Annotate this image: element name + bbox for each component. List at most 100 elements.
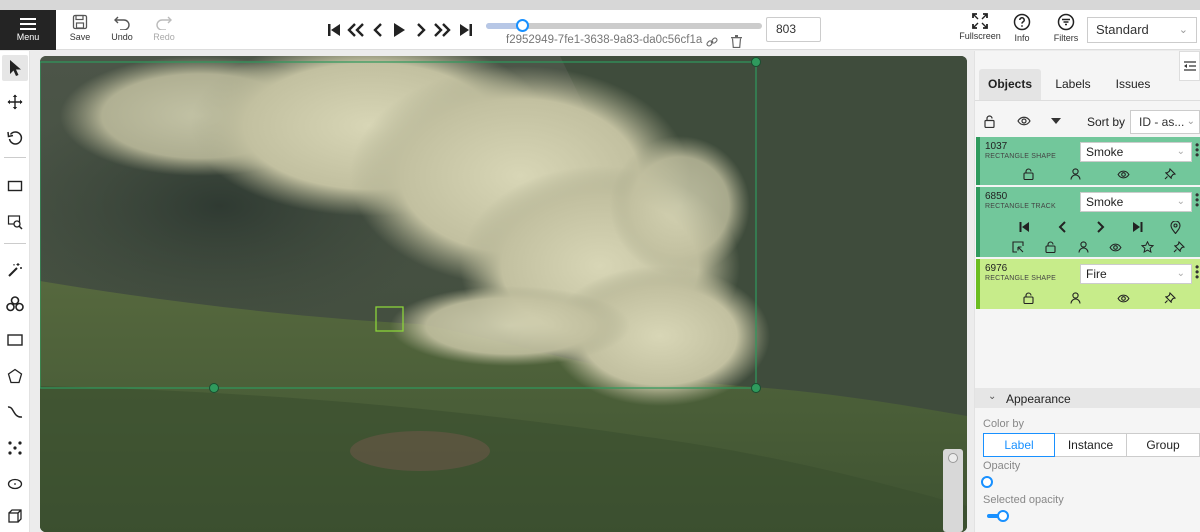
tab-objects[interactable]: Objects [979, 69, 1041, 100]
fast-forward-icon[interactable] [431, 19, 453, 41]
tab-issues[interactable]: Issues [1105, 69, 1161, 100]
rotate-icon [7, 131, 23, 145]
play-icon[interactable] [388, 19, 410, 41]
draw-rectangle-tool[interactable] [2, 327, 28, 353]
color-by-label-option[interactable]: Label [983, 433, 1055, 457]
appearance-header[interactable]: ⌄ Appearance [975, 388, 1200, 408]
draw-ellipse-tool[interactable] [2, 471, 28, 497]
eye-icon[interactable] [1108, 240, 1122, 254]
more-options-icon[interactable]: • • • [1195, 261, 1199, 283]
magic-wand-tool[interactable] [2, 257, 28, 283]
object-item[interactable]: 1037 RECTANGLE SHAPE Smoke ⌄ • • • [976, 137, 1200, 185]
workspace-value: Standard [1096, 22, 1149, 37]
tab-labels[interactable]: Labels [1045, 69, 1101, 100]
cursor-tool[interactable] [2, 55, 28, 81]
rotate-tool[interactable] [2, 125, 28, 151]
more-options-icon[interactable]: • • • [1195, 189, 1199, 211]
draw-cuboid-tool[interactable] [2, 503, 28, 529]
top-toolbar: Menu Save Undo Redo f2952949-7fe1-3638-9… [0, 10, 1200, 50]
frame-slider-thumb[interactable] [516, 19, 529, 32]
info-button[interactable]: Info [1011, 13, 1033, 49]
object-item[interactable]: 6976 RECTANGLE SHAPE Fire ⌄ • • • [976, 259, 1200, 309]
save-button[interactable]: Save [60, 14, 100, 48]
annotation-canvas[interactable] [40, 56, 967, 532]
pin-icon[interactable] [1163, 291, 1177, 305]
delete-icon[interactable] [731, 35, 742, 48]
polygon-icon [7, 368, 23, 384]
more-options-icon[interactable]: • • • [1195, 139, 1199, 161]
canvas-scrollbar[interactable] [943, 449, 963, 532]
pin-icon[interactable] [1172, 240, 1186, 254]
frame-number-input[interactable]: 803 [766, 17, 821, 42]
fit-image-tool[interactable] [2, 173, 28, 199]
opacity-slider[interactable] [981, 476, 1197, 488]
eye-icon[interactable] [1116, 167, 1130, 181]
zoom-region-tool[interactable] [2, 209, 28, 235]
draw-polygon-tool[interactable] [2, 363, 28, 389]
pin-icon[interactable] [1163, 167, 1177, 181]
lock-icon[interactable] [984, 115, 995, 128]
next-keyframe-icon[interactable] [1130, 220, 1144, 234]
user-icon[interactable] [1068, 291, 1082, 305]
menu-button[interactable]: Menu [0, 10, 56, 50]
redo-label: Redo [153, 32, 175, 42]
move-tool[interactable] [2, 89, 28, 115]
undo-button[interactable]: Undo [102, 14, 142, 48]
eye-icon[interactable] [1017, 116, 1031, 126]
outside-icon[interactable] [1011, 240, 1025, 254]
object-label-select[interactable]: Smoke ⌄ [1080, 192, 1192, 212]
lock-icon[interactable] [1021, 291, 1035, 305]
next-frame-icon[interactable] [410, 19, 432, 41]
color-by-instance-option[interactable]: Instance [1054, 433, 1127, 457]
save-icon [72, 14, 88, 30]
caret-down-icon[interactable] [1051, 118, 1061, 125]
objects-header-row: Sort by ID - as... ⌄ [975, 107, 1200, 135]
scroll-handle[interactable] [948, 453, 958, 463]
map-marker-icon[interactable] [1168, 220, 1182, 234]
lock-icon[interactable] [1043, 240, 1057, 254]
object-id: 6850 [985, 191, 1008, 202]
color-by-group-option[interactable]: Group [1126, 433, 1200, 457]
user-icon[interactable] [1076, 240, 1090, 254]
sidebar-collapse-button[interactable] [1179, 51, 1200, 81]
first-frame-icon[interactable] [323, 19, 345, 41]
color-by-label: Color by [983, 418, 1024, 430]
workspace-select[interactable]: Standard ⌄ [1087, 17, 1197, 43]
user-icon[interactable] [1068, 167, 1082, 181]
resize-handle [751, 383, 761, 393]
link-icon[interactable] [706, 36, 718, 48]
filter-icon [1057, 13, 1075, 31]
fast-backward-icon[interactable] [345, 19, 367, 41]
star-icon[interactable] [1140, 240, 1154, 254]
object-label: Fire [1086, 267, 1107, 281]
chevron-down-icon: ⌄ [1178, 24, 1188, 36]
hamburger-icon [20, 18, 36, 30]
last-frame-icon[interactable] [455, 19, 477, 41]
lock-icon[interactable] [1021, 167, 1035, 181]
ai-tools[interactable] [2, 291, 28, 317]
frame-slider[interactable] [486, 19, 762, 32]
object-item[interactable]: 6850 RECTANGLE TRACK Smoke ⌄ • • • [976, 187, 1200, 257]
object-id: 1037 [985, 141, 1008, 152]
sort-select[interactable]: ID - as... ⌄ [1130, 110, 1200, 134]
draw-points-tool[interactable] [2, 435, 28, 461]
opacity-slider-thumb[interactable] [981, 476, 993, 488]
fullscreen-button[interactable]: Fullscreen [959, 13, 1001, 49]
previous-icon[interactable] [1055, 220, 1069, 234]
next-icon[interactable] [1093, 220, 1107, 234]
object-label-select[interactable]: Fire ⌄ [1080, 264, 1192, 284]
filters-button[interactable]: Filters [1053, 13, 1079, 49]
selected-opacity-slider-thumb[interactable] [997, 510, 1010, 522]
selected-opacity-slider[interactable] [987, 510, 1197, 522]
tool-separator [4, 243, 26, 244]
object-type: RECTANGLE SHAPE [985, 275, 1056, 282]
cursor-icon [10, 60, 21, 76]
object-label-select[interactable]: Smoke ⌄ [1080, 142, 1192, 162]
chevron-down-icon: ⌄ [1176, 196, 1185, 207]
eye-icon[interactable] [1116, 291, 1130, 305]
previous-frame-icon[interactable] [367, 19, 389, 41]
redo-button[interactable]: Redo [144, 14, 184, 48]
previous-keyframe-icon[interactable] [1017, 220, 1031, 234]
draw-polyline-tool[interactable] [2, 399, 28, 425]
chevron-down-icon: ⌄ [1176, 146, 1185, 157]
